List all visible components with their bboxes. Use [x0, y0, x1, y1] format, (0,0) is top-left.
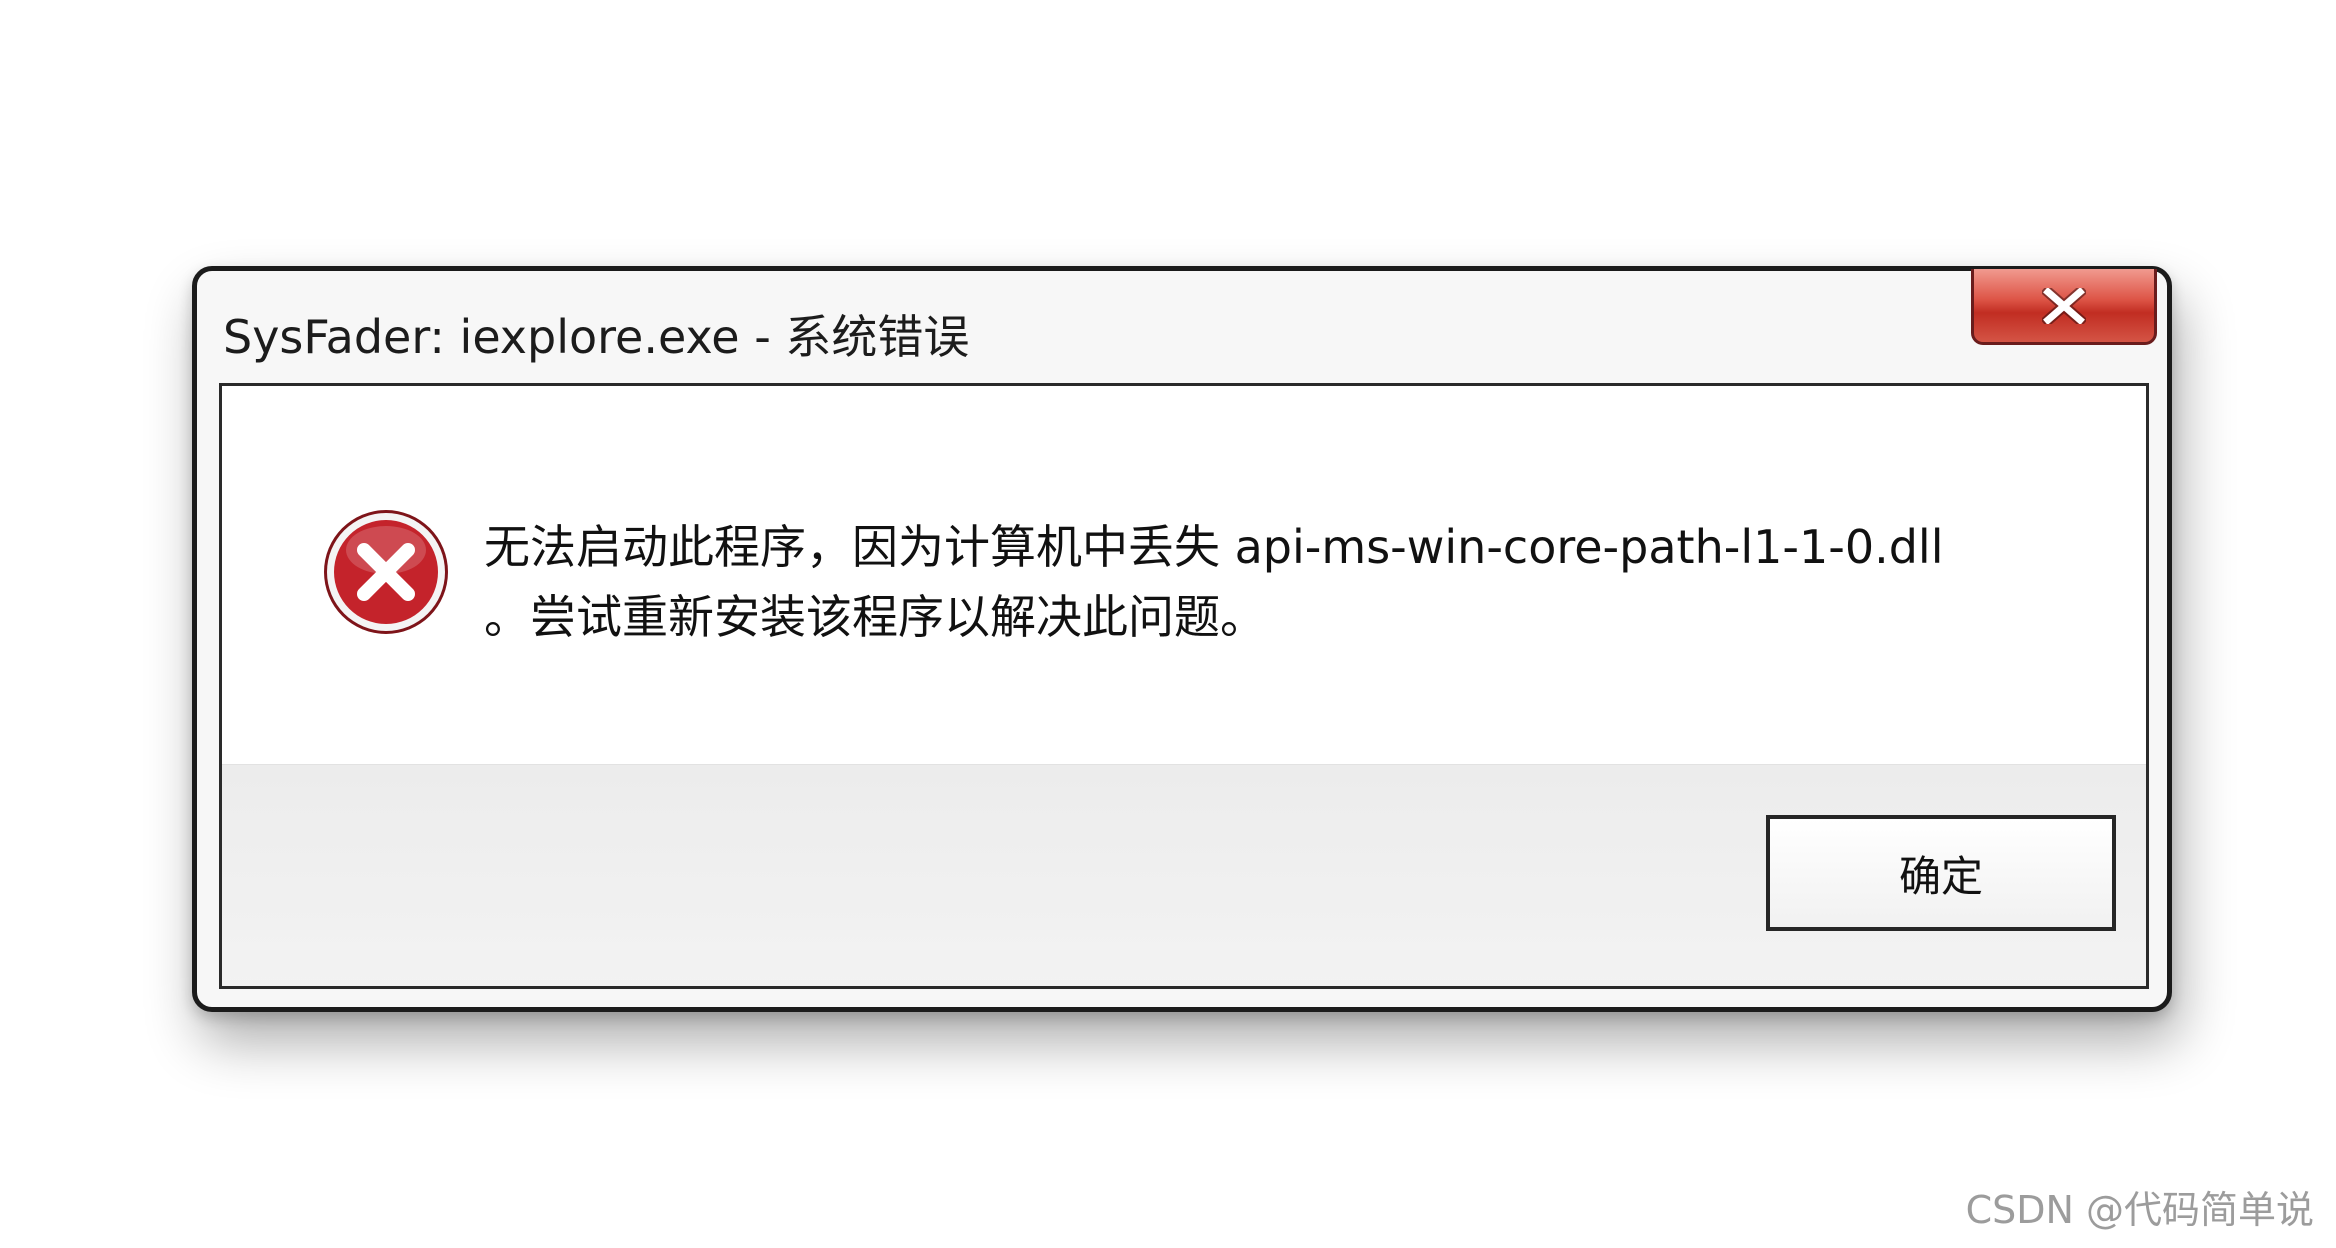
error-dialog: SysFader: iexplore.exe - 系统错误 无法启动此程序，因为…	[192, 266, 2172, 1012]
error-message-line2: 。尝试重新安装该程序以解决此问题。	[484, 590, 1266, 644]
close-button[interactable]	[1971, 269, 2157, 345]
message-area: 无法启动此程序，因为计算机中丢失 api-ms-win-core-path-l1…	[222, 386, 2146, 764]
error-message: 无法启动此程序，因为计算机中丢失 api-ms-win-core-path-l1…	[484, 512, 2104, 652]
error-message-line1: 无法启动此程序，因为计算机中丢失 api-ms-win-core-path-l1…	[484, 520, 1944, 574]
button-area: 确定	[222, 764, 2146, 986]
close-icon	[2042, 287, 2086, 324]
dialog-content: 无法启动此程序，因为计算机中丢失 api-ms-win-core-path-l1…	[219, 383, 2149, 989]
ok-button[interactable]: 确定	[1766, 815, 2116, 931]
error-icon	[324, 510, 448, 634]
watermark: CSDN @代码简单说	[1965, 1188, 2314, 1232]
dialog-title: SysFader: iexplore.exe - 系统错误	[223, 310, 970, 364]
